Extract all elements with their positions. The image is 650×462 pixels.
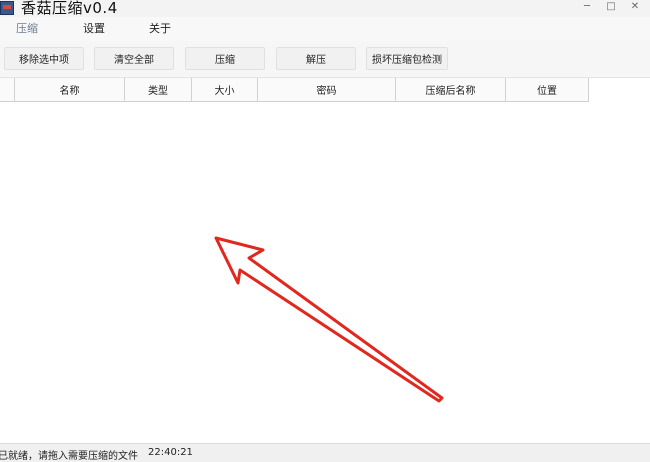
window-title: 香菇压缩v0.4 <box>21 0 118 17</box>
menu-compress[interactable]: 压缩 <box>16 20 38 36</box>
minimize-icon[interactable]: ─ <box>578 0 596 12</box>
menu-bar: 压缩 设置 关于 <box>0 17 650 41</box>
toolbar: 移除选中项 清空全部 压缩 解压 损坏压缩包检测 <box>0 41 650 78</box>
menu-settings[interactable]: 设置 <box>83 20 105 36</box>
status-message: 已就绪，请拖入需要压缩的文件 <box>0 451 138 462</box>
column-header-type[interactable]: 类型 <box>125 78 192 101</box>
title-bar: 香菇压缩v0.4 ─ □ ✕ <box>0 0 650 17</box>
file-table-header: 名称 类型 大小 密码 压缩后名称 位置 <box>0 78 589 102</box>
column-header-name[interactable]: 名称 <box>15 78 125 101</box>
app-logo-icon <box>0 1 14 15</box>
column-header-password[interactable]: 密码 <box>258 78 396 101</box>
status-time: 22:40:21 <box>148 447 193 458</box>
column-header-size[interactable]: 大小 <box>192 78 258 101</box>
decompress-button[interactable]: 解压 <box>276 47 356 70</box>
file-list-drop-area[interactable] <box>0 102 650 442</box>
remove-selected-button[interactable]: 移除选中项 <box>4 47 84 70</box>
damaged-archive-check-button[interactable]: 损坏压缩包检测 <box>366 47 448 70</box>
status-bar: 已就绪，请拖入需要压缩的文件 22:40:21 <box>0 443 650 462</box>
maximize-icon[interactable]: □ <box>602 0 620 12</box>
column-header-compressed-name[interactable]: 压缩后名称 <box>396 78 506 101</box>
close-icon[interactable]: ✕ <box>626 0 644 12</box>
menu-about[interactable]: 关于 <box>149 20 171 36</box>
column-header-select[interactable] <box>0 78 15 101</box>
compress-button[interactable]: 压缩 <box>185 47 265 70</box>
column-header-location[interactable]: 位置 <box>506 78 589 101</box>
clear-all-button[interactable]: 清空全部 <box>94 47 174 70</box>
